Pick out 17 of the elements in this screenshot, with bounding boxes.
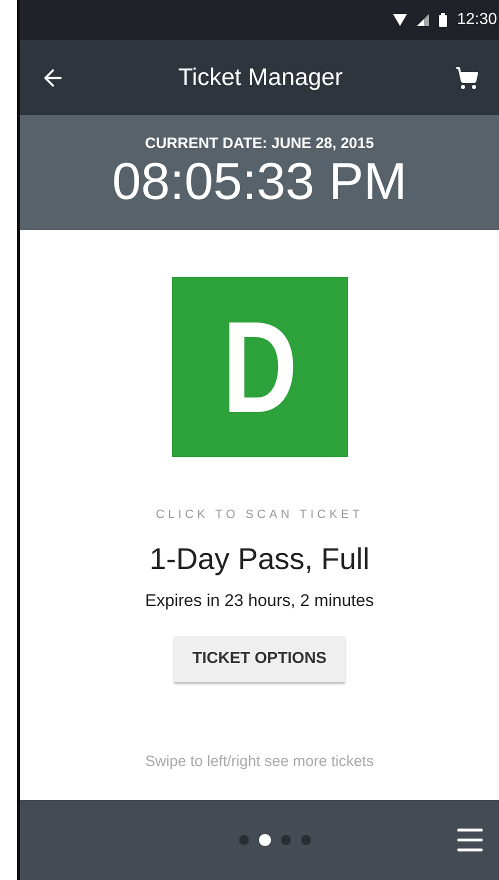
page-dot[interactable]	[258, 834, 270, 846]
ticket-name: 1-Day Pass, Full	[149, 543, 370, 577]
page-dot[interactable]	[238, 835, 248, 845]
swipe-hint: Swipe to left/right see more tickets	[145, 753, 374, 770]
signal-icon	[416, 14, 429, 26]
page-dot[interactable]	[280, 835, 290, 845]
screen-title: Ticket Manager	[178, 64, 343, 92]
ticket-options-button[interactable]: TICKET OPTIONS	[174, 636, 345, 682]
page-dot[interactable]	[300, 835, 310, 845]
scan-hint: CLICK TO SCAN TICKET	[156, 507, 364, 521]
current-date: CURRENT DATE: JUNE 28, 2015	[145, 135, 374, 152]
cart-icon[interactable]	[454, 66, 479, 90]
current-time: 08:05:33 PM	[112, 154, 407, 210]
status-time: 12:30	[456, 11, 497, 29]
wifi-icon	[392, 14, 407, 26]
ticket-expiry: Expires in 23 hours, 2 minutes	[145, 591, 374, 611]
battery-icon	[438, 13, 447, 27]
